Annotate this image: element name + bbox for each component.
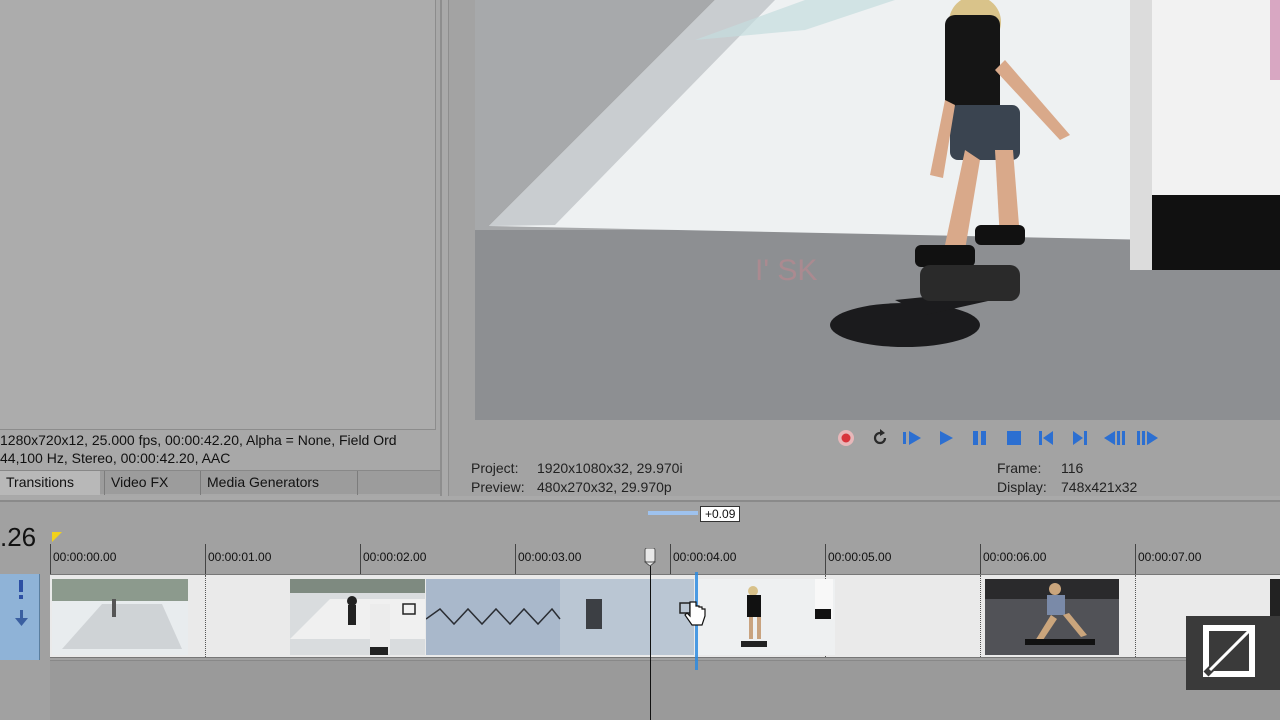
display-label: Display:	[997, 479, 1047, 495]
go-to-start-button[interactable]	[1033, 426, 1059, 450]
loop-region-marker-icon[interactable]	[52, 532, 62, 542]
display-value: 748x421x32	[1061, 479, 1138, 495]
video-clip-thumbnail[interactable]	[290, 579, 425, 655]
next-frame-button[interactable]	[1135, 426, 1161, 450]
media-video-info: 1280x720x12, 25.000 fps, 00:00:42.20, Al…	[0, 432, 397, 448]
pause-icon	[973, 431, 986, 445]
playhead-handle-icon[interactable]	[644, 548, 656, 566]
video-preview-frame: I' SK	[475, 0, 1280, 420]
pause-button[interactable]	[967, 426, 993, 450]
cursor-timecode: .26	[0, 522, 37, 552]
play-button[interactable]	[933, 426, 959, 450]
ruler-label: 00:00:04.00	[673, 550, 737, 564]
video-preview-panel: I' SK Project: 1920x1080x32, 29.970i Pre…	[448, 0, 1280, 496]
track-header-icons	[15, 580, 28, 626]
ruler-label: 00:00:03.00	[518, 550, 582, 564]
ruler-label: 00:00:01.00	[208, 550, 272, 564]
video-track-header[interactable]	[0, 574, 40, 660]
ruler-label: 00:00:02.00	[363, 550, 427, 564]
time-ruler[interactable]: 00:00:00.00 00:00:01.00 00:00:02.00 00:0…	[50, 544, 1280, 574]
offset-arrow	[648, 511, 698, 515]
svg-text:I' SK: I' SK	[755, 254, 817, 287]
go-to-end-button[interactable]	[1067, 426, 1093, 450]
arrow-down-icon[interactable]	[15, 610, 28, 626]
tab-video-fx[interactable]: Video FX	[104, 471, 200, 495]
play-icon	[940, 431, 953, 445]
frame-info: Frame: 116	[997, 460, 1083, 476]
playhead-line[interactable]	[650, 550, 651, 720]
stop-icon	[1007, 431, 1021, 445]
loop-icon	[873, 429, 887, 445]
video-clip-thumbnail[interactable]	[52, 579, 188, 655]
media-list[interactable]	[0, 0, 436, 430]
preview-info: Preview: 480x270x32, 29.970p	[471, 479, 672, 495]
video-track[interactable]	[50, 574, 1280, 658]
tab-media-generators[interactable]: Media Generators	[200, 471, 358, 495]
play-from-start-button[interactable]	[899, 426, 925, 450]
project-value: 1920x1080x32, 29.970i	[537, 460, 683, 476]
preview-value: 480x270x32, 29.970p	[537, 479, 672, 495]
go-to-end-icon	[1073, 431, 1087, 445]
square-logo-icon	[1203, 625, 1255, 677]
project-label: Project:	[471, 460, 519, 476]
play-from-start-icon	[903, 431, 921, 445]
previous-frame-button[interactable]	[1101, 426, 1127, 450]
ruler-label: 00:00:00.00	[53, 550, 117, 564]
record-button[interactable]	[833, 426, 859, 450]
ruler-label: 00:00:07.00	[1138, 550, 1202, 564]
offset-badge: +0.09	[700, 506, 741, 522]
watermark-logo	[1186, 616, 1280, 690]
previous-frame-icon	[1104, 431, 1125, 445]
crossfade-transition-region[interactable]	[426, 579, 694, 655]
preview-label: Preview:	[471, 479, 525, 495]
go-to-start-icon	[1039, 431, 1053, 445]
frame-value: 116	[1061, 460, 1084, 476]
tab-transitions[interactable]: Transitions	[0, 471, 100, 495]
ruler-label: 00:00:06.00	[983, 550, 1047, 564]
exclamation-icon[interactable]	[19, 580, 23, 599]
next-frame-icon	[1137, 431, 1158, 445]
timeline-panel: .26 +0.09 00:00:00.00 00:00:01.00 00:00:…	[0, 500, 1280, 720]
media-audio-info: 44,100 Hz, Stereo, 00:00:42.20, AAC	[0, 450, 231, 466]
skatepark-preview-image: I' SK	[475, 0, 1280, 420]
ruler-label: 00:00:05.00	[828, 550, 892, 564]
loop-playback-button[interactable]	[867, 426, 893, 450]
record-icon	[838, 430, 854, 446]
video-clip-thumbnail[interactable]	[985, 579, 1119, 655]
explorer-tabs: Transitions Video FX Media Generators	[0, 470, 440, 495]
vegas-editor-window: 1280x720x12, 25.000 fps, 00:00:42.20, Al…	[0, 0, 1280, 720]
explorer-panel: 1280x720x12, 25.000 fps, 00:00:42.20, Al…	[0, 0, 442, 496]
stop-button[interactable]	[1001, 426, 1027, 450]
video-clip-thumbnail[interactable]	[695, 579, 835, 655]
hand-cursor-icon	[684, 601, 706, 626]
display-info: Display: 748x421x32	[997, 479, 1137, 495]
frame-label: Frame:	[997, 460, 1042, 476]
project-info: Project: 1920x1080x32, 29.970i	[471, 460, 683, 476]
audio-track-area[interactable]	[50, 660, 1280, 720]
